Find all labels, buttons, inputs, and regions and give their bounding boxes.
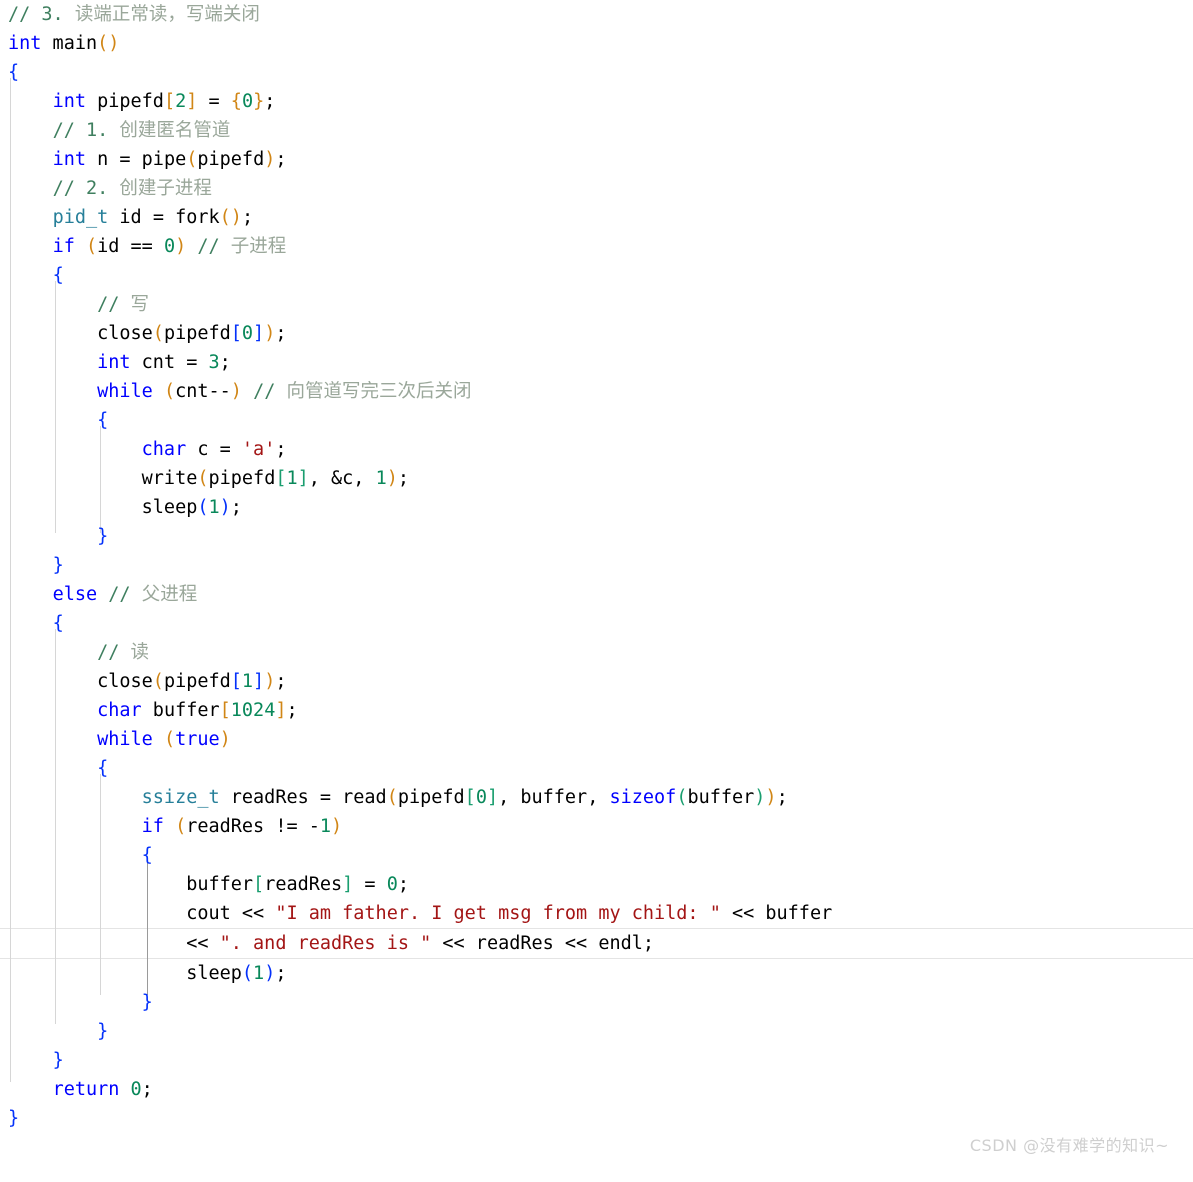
code-line[interactable]: int n = pipe(pipefd); — [0, 145, 1193, 174]
code-line[interactable]: cout << "I am father. I get msg from my … — [0, 899, 1193, 928]
code-line[interactable]: int cnt = 3; — [0, 348, 1193, 377]
code-line[interactable]: } — [0, 988, 1193, 1017]
code-line[interactable]: { — [0, 261, 1193, 290]
code-line[interactable]: buffer[readRes] = 0; — [0, 870, 1193, 899]
code-line[interactable]: } — [0, 1104, 1193, 1133]
code-line[interactable]: char buffer[1024]; — [0, 696, 1193, 725]
code-line[interactable]: if (readRes != -1) — [0, 812, 1193, 841]
code-line[interactable]: close(pipefd[0]); — [0, 319, 1193, 348]
code-line[interactable]: int main() — [0, 29, 1193, 58]
code-line-highlighted[interactable]: << ". and readRes is " << readRes << end… — [0, 928, 1193, 959]
code-line[interactable]: // 写 — [0, 290, 1193, 319]
code-line[interactable]: { — [0, 406, 1193, 435]
code-line[interactable]: // 3. 读端正常读，写端关闭 — [0, 0, 1193, 29]
code-line[interactable]: } — [0, 522, 1193, 551]
code-line[interactable]: if (id == 0) // 子进程 — [0, 232, 1193, 261]
code-line[interactable]: char c = 'a'; — [0, 435, 1193, 464]
code-line[interactable]: { — [0, 841, 1193, 870]
code-line[interactable]: // 读 — [0, 638, 1193, 667]
code-line[interactable]: pid_t id = fork(); — [0, 203, 1193, 232]
code-line[interactable]: // 2. 创建子进程 — [0, 174, 1193, 203]
csdn-watermark: CSDN @没有难学的知识~ — [969, 1136, 1169, 1155]
code-line[interactable]: sleep(1); — [0, 493, 1193, 522]
code-line[interactable]: // 1. 创建匿名管道 — [0, 116, 1193, 145]
code-line[interactable]: } — [0, 1017, 1193, 1046]
code-line[interactable]: write(pipefd[1], &c, 1); — [0, 464, 1193, 493]
code-line[interactable]: { — [0, 58, 1193, 87]
code-line[interactable]: else // 父进程 — [0, 580, 1193, 609]
code-line[interactable]: while (cnt--) // 向管道写完三次后关闭 — [0, 377, 1193, 406]
code-line[interactable]: close(pipefd[1]); — [0, 667, 1193, 696]
code-line[interactable]: { — [0, 609, 1193, 638]
code-line[interactable]: } — [0, 1046, 1193, 1075]
code-line[interactable]: { — [0, 754, 1193, 783]
code-line[interactable]: } — [0, 551, 1193, 580]
code-line[interactable]: return 0; — [0, 1075, 1193, 1104]
code-line[interactable]: while (true) — [0, 725, 1193, 754]
code-editor-content[interactable]: // 3. 读端正常读，写端关闭 int main() { int pipefd… — [0, 0, 1193, 1133]
code-line[interactable]: int pipefd[2] = {0}; — [0, 87, 1193, 116]
code-line[interactable]: ssize_t readRes = read(pipefd[0], buffer… — [0, 783, 1193, 812]
code-line[interactable]: sleep(1); — [0, 959, 1193, 988]
